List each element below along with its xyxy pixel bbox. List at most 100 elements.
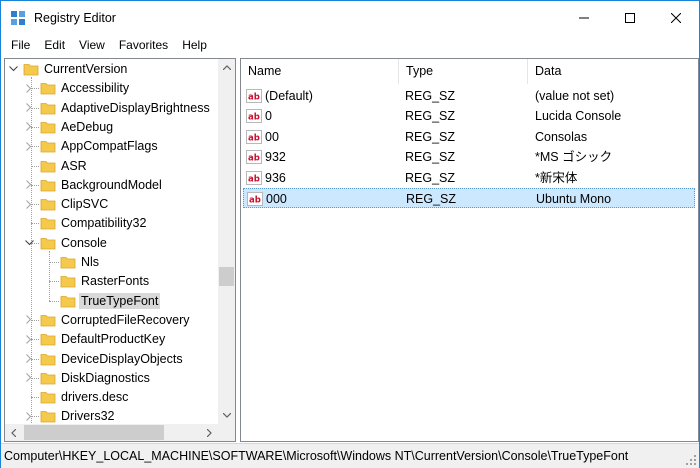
tree-item-label: DefaultProductKey	[61, 332, 166, 347]
tree-item[interactable]: TrueTypeFont	[5, 292, 218, 311]
scroll-down-button[interactable]	[218, 407, 235, 424]
chevron-right-icon[interactable]	[23, 101, 35, 115]
tree-item[interactable]: AdaptiveDisplayBrightness	[5, 99, 218, 118]
tree-item[interactable]: DeviceDisplayObjects	[5, 350, 218, 369]
tree-item[interactable]: Accessibility	[5, 79, 218, 98]
value-row[interactable]: ab 932 REG_SZ *MS ゴシック	[243, 147, 695, 167]
chevron-right-icon[interactable]	[23, 352, 35, 366]
minimize-button[interactable]	[561, 1, 607, 34]
tree-connector-line	[31, 397, 39, 399]
registry-editor-window: Registry Editor File Edit View Favorites…	[0, 0, 700, 468]
tree-item[interactable]: AeDebug	[5, 118, 218, 137]
value-data: *MS ゴシック	[535, 150, 613, 165]
tree-item[interactable]: BackgroundModel	[5, 176, 218, 195]
column-header-data[interactable]: Data	[528, 59, 698, 84]
tree-item[interactable]: Nls	[5, 253, 218, 272]
value-name: 00	[265, 129, 279, 144]
registry-editor-icon	[10, 10, 26, 26]
chevron-right-icon[interactable]	[23, 139, 35, 153]
svg-text:ab: ab	[249, 196, 261, 206]
tree-item[interactable]: Compatibility32	[5, 214, 218, 233]
menu-file[interactable]: File	[1, 35, 37, 56]
maximize-icon	[625, 12, 635, 23]
folder-icon	[60, 293, 76, 309]
tree-item[interactable]: CorruptedFileRecovery	[5, 311, 218, 330]
column-header-type[interactable]: Type	[399, 59, 528, 84]
tree-connector-line	[49, 262, 59, 263]
tree-horizontal-scrollbar[interactable]	[5, 424, 218, 441]
title-bar[interactable]: Registry Editor	[1, 1, 699, 34]
resize-grip-icon[interactable]	[685, 454, 697, 466]
scroll-up-button[interactable]	[218, 59, 235, 76]
chevron-down-icon[interactable]	[7, 62, 19, 76]
string-value-icon: ab	[246, 170, 262, 186]
tree-item[interactable]: DiskDiagnostics	[5, 369, 218, 388]
value-data: (value not set)	[535, 89, 615, 103]
value-type: REG_SZ	[405, 89, 456, 103]
chevron-right-icon[interactable]	[23, 120, 35, 134]
value-row[interactable]: ab (Default) REG_SZ (value not set)	[243, 86, 695, 106]
tree-item[interactable]: drivers.desc	[5, 388, 218, 407]
value-type: REG_SZ	[406, 192, 457, 206]
tree-item-label: DiskDiagnostics	[61, 370, 150, 385]
string-value-icon: ab	[246, 129, 262, 145]
tree-connector-line	[31, 223, 39, 225]
tree-item[interactable]: ClipSVC	[5, 195, 218, 214]
values-pane[interactable]: Name Type Data ab (Default) REG_SZ (value n…	[240, 58, 699, 442]
value-row[interactable]: ab 0 REG_SZ Lucida Console	[243, 106, 695, 126]
scroll-right-button[interactable]	[201, 424, 218, 441]
close-icon	[671, 12, 681, 23]
tree-item[interactable]: DefaultProductKey	[5, 330, 218, 349]
folder-icon	[40, 370, 56, 386]
maximize-button[interactable]	[607, 1, 653, 34]
menu-view[interactable]: View	[72, 35, 112, 56]
chevron-right-icon[interactable]	[23, 371, 35, 385]
tree-item[interactable]: RasterFonts	[5, 272, 218, 291]
tree-hscroll-thumb[interactable]	[24, 425, 164, 440]
chevron-right-icon[interactable]	[23, 313, 35, 327]
scrollbar-corner	[218, 424, 235, 441]
tree-item[interactable]: CurrentVersion	[5, 60, 218, 79]
folder-icon	[40, 80, 56, 96]
tree-item-label: ASR	[61, 158, 87, 173]
value-type: REG_SZ	[405, 150, 456, 165]
tree-connector-line	[49, 281, 59, 283]
value-row[interactable]: ab 936 REG_SZ *新宋体	[243, 168, 695, 188]
chevron-right-icon[interactable]	[23, 332, 35, 346]
value-name: 0	[265, 109, 272, 124]
tree-item[interactable]: ASR	[5, 157, 218, 176]
tree-scroll-thumb[interactable]	[219, 267, 234, 286]
menu-favorites[interactable]: Favorites	[112, 35, 175, 56]
tree-item[interactable]: Console	[5, 234, 218, 253]
svg-text:ab: ab	[248, 133, 260, 143]
status-bar: Computer\HKEY_LOCAL_MACHINE\SOFTWARE\Mic…	[1, 443, 699, 468]
folder-icon	[40, 351, 56, 367]
tree-item-label: ClipSVC	[61, 197, 109, 212]
tree-item-label: AppCompatFlags	[61, 139, 158, 154]
folder-icon	[40, 408, 56, 424]
tree-item[interactable]: AppCompatFlags	[5, 137, 218, 156]
close-button[interactable]	[653, 1, 699, 34]
status-path: Computer\HKEY_LOCAL_MACHINE\SOFTWARE\Mic…	[4, 449, 629, 463]
folder-icon	[40, 119, 56, 135]
value-row[interactable]: ab 000 REG_SZ Ubuntu Mono	[243, 188, 695, 208]
scroll-left-button[interactable]	[5, 424, 22, 441]
chevron-right-icon[interactable]	[23, 178, 35, 192]
value-row[interactable]: ab 00 REG_SZ Consolas	[243, 127, 695, 147]
tree-vertical-scrollbar[interactable]	[218, 59, 235, 424]
key-tree-pane[interactable]: CurrentVersion Accessibility AdaptiveDispl…	[4, 58, 236, 442]
tree-connector-line	[49, 300, 59, 302]
tree-item[interactable]: Drivers32	[5, 407, 218, 424]
folder-icon	[40, 138, 56, 154]
chevron-down-icon	[222, 413, 231, 418]
column-header-name[interactable]: Name	[241, 59, 399, 84]
menu-bar: File Edit View Favorites Help	[1, 35, 699, 56]
menu-edit[interactable]: Edit	[37, 35, 72, 56]
menu-help[interactable]: Help	[175, 35, 214, 56]
chevron-right-icon[interactable]	[23, 197, 35, 211]
folder-icon	[40, 331, 56, 347]
chevron-right-icon[interactable]	[23, 409, 35, 423]
chevron-down-icon[interactable]	[23, 236, 35, 250]
value-data: Consolas	[535, 129, 588, 144]
chevron-right-icon[interactable]	[23, 81, 35, 95]
